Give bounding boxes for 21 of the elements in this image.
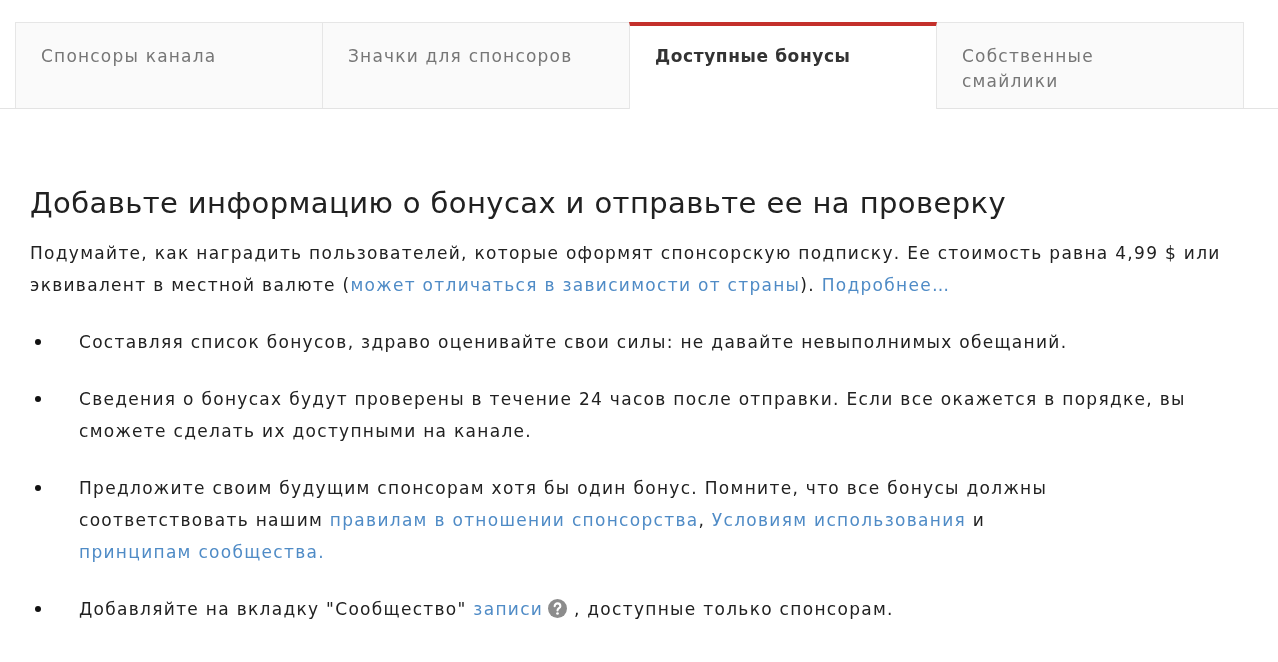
tab[interactable]: Значки для спонсоров <box>322 22 630 108</box>
bullet-icon <box>35 339 41 345</box>
link[interactable]: Подробнее… <box>821 275 951 295</box>
tab[interactable]: Собственные смайлики <box>936 22 1244 108</box>
link[interactable]: принципам сообщества. <box>79 542 325 562</box>
link[interactable]: записи <box>473 599 544 619</box>
link[interactable]: может отличаться в зависимости от страны <box>350 275 801 295</box>
bullet-text: Добавляйте на вкладку "Сообщество" записи , доступные только спонсорам. <box>79 598 894 621</box>
link[interactable]: правилам в отношении спонсорства <box>329 510 699 530</box>
bullet-icon <box>35 485 41 491</box>
tab[interactable]: Доступные бонусы <box>629 22 937 109</box>
bullet-text: Сведения о бонусах будут проверены в течение 24 часов после отправки. Если все окажется в порядке, вы сможете сделать их доступными на канале. <box>79 388 1187 443</box>
intro-paragraph: Подумайте, как наградить пользователей, которые оформят спонсорскую подписку. Ее стоимость равна 4,99 $ или эквивалент в местной валюте (может отличаться в зависимости от страны). Подробнее… <box>30 242 1222 297</box>
bullet-icon <box>35 606 41 612</box>
tab[interactable]: Спонсоры канала <box>15 22 323 108</box>
bullet-text: Предложите своим будущим спонсорам хотя бы один бонус. Помните, что все бонусы должны соответствовать нашим правилам в отношении спонсорства, Условиям использования и принципам сообщества. <box>79 477 1049 564</box>
help-icon[interactable] <box>548 599 568 618</box>
bullet-icon <box>35 396 41 402</box>
link[interactable]: Условиям использования <box>711 510 966 530</box>
bullet-text: Составляя список бонусов, здраво оценивайте свои силы: не давайте невыполнимых обещаний. <box>79 331 1068 354</box>
section-heading: Добавьте информацию о бонусах и отправьте ее на проверку <box>30 185 1007 221</box>
